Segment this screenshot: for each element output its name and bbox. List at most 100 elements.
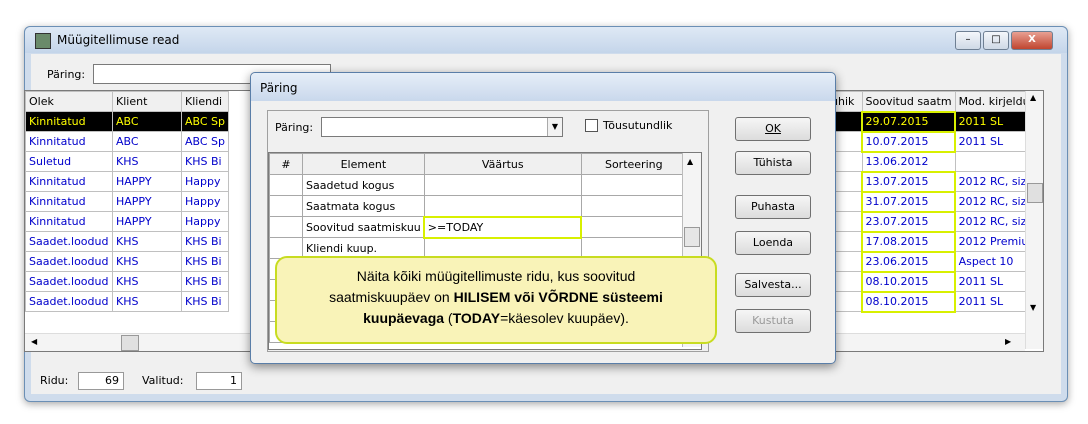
table-cell[interactable]: Kinnitatud <box>25 131 113 152</box>
table-cell[interactable]: KHS Bi <box>180 271 230 292</box>
table-cell[interactable]: 23.07.2015 <box>861 210 957 233</box>
criteria-scroll-thumb[interactable] <box>684 227 700 247</box>
table-cell[interactable]: KHS <box>112 151 182 172</box>
criteria-cell-sort[interactable] <box>580 216 687 238</box>
table-cell[interactable]: Suletud <box>25 151 113 172</box>
table-cell[interactable]: 29.07.2015 <box>861 110 957 133</box>
scroll-down-icon[interactable]: ▼ <box>1030 303 1036 312</box>
criteria-cell-element[interactable]: Saatmata kogus <box>302 195 425 217</box>
criteria-cell-sort[interactable] <box>580 195 687 217</box>
table-row[interactable]: 13.06.2012 <box>827 151 1044 172</box>
table-cell[interactable]: Kinnitatud <box>25 191 113 212</box>
maximize-button[interactable]: □ <box>983 31 1009 50</box>
table-row[interactable]: 08.10.2015 2011 SL <box>827 290 1044 313</box>
clear-button[interactable]: Puhasta <box>735 195 811 219</box>
table-cell[interactable]: Saadet.loodud <box>25 231 113 252</box>
table-row[interactable]: 31.07.2015 2012 RC, size <box>827 190 1044 213</box>
table-row[interactable]: Saadet.loodud KHS KHS Bi <box>25 251 230 272</box>
col-kliendi[interactable]: Kliendi <box>180 91 230 112</box>
table-row[interactable]: Kinnitatud ABC ABC Sp <box>25 131 230 152</box>
table-row[interactable]: 08.10.2015 2011 SL <box>827 270 1044 293</box>
minimize-button[interactable]: – <box>955 31 981 50</box>
table-cell[interactable]: 13.07.2015 <box>861 170 957 193</box>
criteria-row[interactable]: Saatmata kogus <box>269 195 687 217</box>
vertical-scrollbar[interactable]: ▲ ▼ <box>1025 91 1043 349</box>
table-cell[interactable]: ABC <box>112 131 182 152</box>
table-cell[interactable]: 23.06.2015 <box>861 250 957 273</box>
save-button[interactable]: Salvesta... <box>735 273 811 297</box>
table-cell[interactable]: Saadet.loodud <box>25 291 113 312</box>
table-cell[interactable]: ABC Sp <box>180 111 230 132</box>
criteria-cell-value[interactable] <box>423 195 582 217</box>
criteria-cell-element[interactable]: Saadetud kogus <box>302 174 425 196</box>
criteria-cell-value[interactable] <box>423 174 582 196</box>
criteria-cell-sort[interactable] <box>580 174 687 196</box>
table-cell[interactable]: KHS Bi <box>180 291 230 312</box>
table-row[interactable]: Suletud KHS KHS Bi <box>25 151 230 172</box>
table-row[interactable]: Saadet.loodud KHS KHS Bi <box>25 271 230 292</box>
dropdown-arrow-icon[interactable]: ▼ <box>547 118 562 136</box>
criteria-cell-element[interactable]: Soovitud saatmiskuu <box>302 216 425 238</box>
table-cell[interactable]: Happy <box>180 171 230 192</box>
table-row[interactable]: Kinnitatud HAPPY Happy <box>25 171 230 192</box>
table-row[interactable]: 13.07.2015 2012 RC, size <box>827 170 1044 193</box>
table-cell[interactable]: KHS Bi <box>180 151 230 172</box>
table-cell[interactable]: 31.07.2015 <box>861 190 957 213</box>
criteria-cell-num[interactable] <box>269 216 303 238</box>
table-cell[interactable]: 10.07.2015 <box>861 130 957 153</box>
table-cell[interactable]: HAPPY <box>112 191 182 212</box>
table-cell[interactable]: 08.10.2015 <box>861 270 957 293</box>
criteria-cell-value[interactable]: >=TODAY <box>423 215 583 239</box>
criteria-row[interactable]: Soovitud saatmiskuu >=TODAY <box>269 215 687 239</box>
dialog-query-select[interactable]: ▼ <box>321 117 563 137</box>
table-row[interactable]: 23.07.2015 2012 RC, size <box>827 210 1044 233</box>
criteria-col-element: Element <box>302 153 425 175</box>
table-cell[interactable]: HAPPY <box>112 211 182 232</box>
col-olek[interactable]: Olek <box>25 91 113 112</box>
table-row[interactable]: 10.07.2015 2011 SL <box>827 130 1044 153</box>
table-cell[interactable]: Saadet.loodud <box>25 251 113 272</box>
table-cell[interactable]: KHS <box>112 231 182 252</box>
scroll-up-icon[interactable]: ▲ <box>1030 93 1036 102</box>
table-cell[interactable]: KHS <box>112 251 182 272</box>
table-cell[interactable]: KHS <box>112 291 182 312</box>
table-cell[interactable]: KHS <box>112 271 182 292</box>
table-row[interactable]: 17.08.2015 2012 Premium <box>827 230 1044 253</box>
criteria-cell-num[interactable] <box>269 195 303 217</box>
table-cell[interactable]: Happy <box>180 191 230 212</box>
table-cell[interactable]: 13.06.2012 <box>861 151 956 172</box>
scroll-thumb[interactable] <box>1027 183 1043 203</box>
table-cell[interactable]: KHS Bi <box>180 231 230 252</box>
table-row[interactable]: Saadet.loodud KHS KHS Bi <box>25 231 230 252</box>
table-cell[interactable]: KHS Bi <box>180 251 230 272</box>
table-cell[interactable]: HAPPY <box>112 171 182 192</box>
criteria-cell-num[interactable] <box>269 174 303 196</box>
table-cell[interactable]: Kinnitatud <box>25 111 113 132</box>
hscroll-thumb[interactable] <box>121 335 139 351</box>
table-cell[interactable]: Saadet.loodud <box>25 271 113 292</box>
table-row[interactable]: Kinnitatud ABC ABC Sp <box>25 111 230 132</box>
col-soovitud[interactable]: Soovitud saatm <box>861 91 956 112</box>
table-row[interactable]: Kinnitatud HAPPY Happy <box>25 191 230 212</box>
col-klient[interactable]: Klient <box>112 91 182 112</box>
table-cell[interactable]: Happy <box>180 211 230 232</box>
table-cell[interactable]: ABC <box>112 111 182 132</box>
ascending-checkbox[interactable] <box>585 119 598 132</box>
ok-button[interactable]: OK <box>735 117 811 141</box>
table-cell[interactable]: ABC Sp <box>180 131 230 152</box>
scroll-left-icon[interactable]: ◀ <box>31 337 37 346</box>
table-row[interactable]: 23.06.2015 Aspect 10 <box>827 250 1044 273</box>
table-cell[interactable]: 17.08.2015 <box>861 230 957 253</box>
table-row[interactable]: 29.07.2015 2011 SL <box>827 110 1044 133</box>
table-row[interactable]: Kinnitatud HAPPY Happy <box>25 211 230 232</box>
table-cell[interactable]: Kinnitatud <box>25 211 113 232</box>
criteria-scroll-up-icon[interactable]: ▲ <box>687 157 693 166</box>
scroll-right-icon[interactable]: ▶ <box>1005 337 1011 346</box>
table-cell[interactable]: 08.10.2015 <box>861 290 957 313</box>
table-row[interactable]: Saadet.loodud KHS KHS Bi <box>25 291 230 312</box>
close-button[interactable]: X <box>1011 31 1053 50</box>
cancel-button[interactable]: Tühista <box>735 151 811 175</box>
load-button[interactable]: Loenda <box>735 231 811 255</box>
table-cell[interactable]: Kinnitatud <box>25 171 113 192</box>
criteria-row[interactable]: Saadetud kogus <box>269 174 687 196</box>
